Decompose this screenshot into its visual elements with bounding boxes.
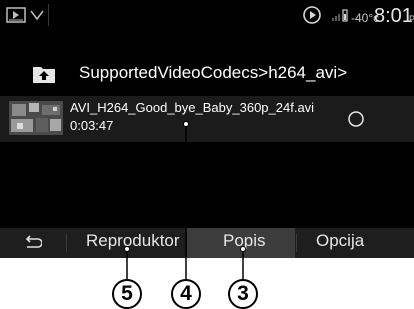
media-source-icon[interactable] (6, 7, 26, 23)
tab-popis[interactable]: Popis (223, 231, 266, 251)
folder-up-icon[interactable] (32, 64, 56, 84)
file-duration: 0:03:47 (70, 118, 114, 133)
tab-separator (296, 234, 297, 252)
file-name: AVI_H264_Good_bye_Baby_360p_24f.avi (70, 100, 315, 115)
tab-opcija[interactable]: Opcija (316, 231, 364, 251)
file-list-item[interactable]: AVI_H264_Good_bye_Baby_360p_24f.avi 0:03… (0, 96, 414, 142)
radio-unselected-icon[interactable] (348, 111, 364, 127)
video-thumbnail (9, 101, 63, 135)
folder-path-row[interactable]: SupportedVideoCodecs>h264_avi> (0, 58, 414, 90)
callout-number: 5 (121, 282, 133, 305)
callout-number: 3 (237, 282, 249, 305)
bottom-tab-bar: Reproduktor Popis Opcija (0, 228, 414, 258)
clock: 8:01 (374, 5, 413, 27)
callout-4: 4 (171, 279, 201, 309)
signal-battery-icon (332, 9, 348, 22)
status-bar: -40°c 8:01 P (0, 0, 414, 36)
callout-number: 4 (180, 282, 192, 305)
infotainment-screen: -40°c 8:01 P SupportedVideoCodecs>h264_a… (0, 0, 414, 258)
folder-path: SupportedVideoCodecs>h264_avi> (79, 63, 348, 82)
back-arrow-icon[interactable] (24, 235, 42, 251)
tab-separator (66, 234, 67, 252)
chevron-down-icon[interactable] (30, 9, 44, 21)
clock-ampm: P (409, 14, 414, 24)
statusbar-divider (48, 4, 49, 26)
callout-3: 3 (228, 279, 258, 309)
callout-5: 5 (112, 279, 142, 309)
play-circle-icon (303, 6, 321, 24)
tab-reproduktor[interactable]: Reproduktor (86, 231, 180, 251)
